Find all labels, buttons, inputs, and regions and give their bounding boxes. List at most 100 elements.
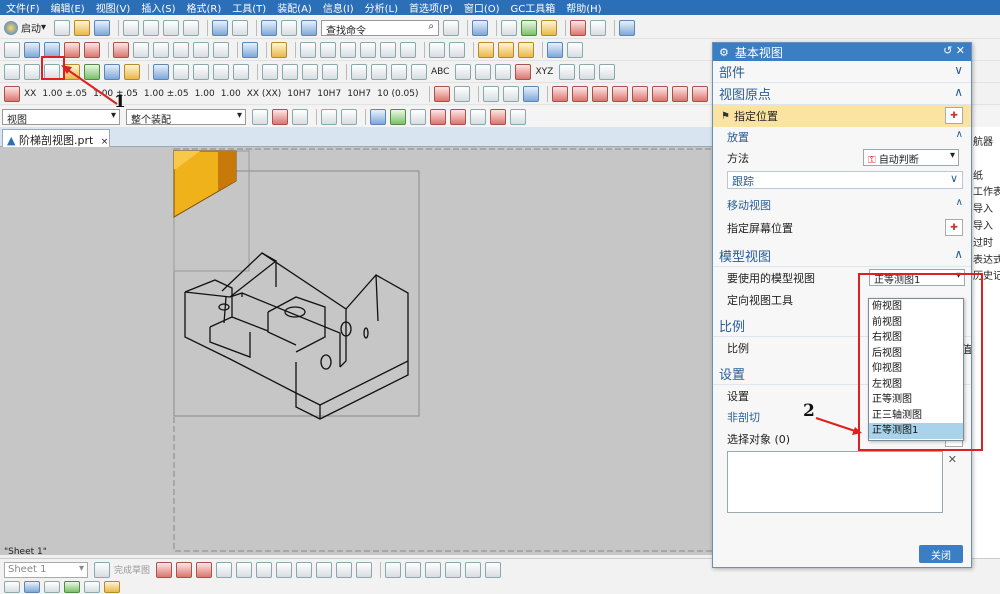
navigator-item[interactable]: 导入 bbox=[973, 217, 1000, 232]
sketch-mirror-icon[interactable] bbox=[445, 561, 462, 578]
circle-fill-icon[interactable] bbox=[495, 63, 512, 80]
sketch-circle-icon[interactable] bbox=[216, 561, 233, 578]
delete-icon[interactable] bbox=[183, 19, 200, 36]
blank-icon[interactable] bbox=[281, 19, 298, 36]
menu-window[interactable]: 窗口(O) bbox=[464, 0, 500, 15]
menu-help[interactable]: 帮助(H) bbox=[566, 0, 601, 15]
option-left-view[interactable]: 左视图 bbox=[869, 377, 963, 393]
update-view-icon[interactable] bbox=[173, 41, 189, 58]
tracking-dropdown[interactable]: 跟踪 ∨ bbox=[727, 171, 963, 189]
frame-icon[interactable] bbox=[153, 63, 169, 80]
dots-icon[interactable] bbox=[371, 63, 387, 80]
dot-matrix-icon[interactable] bbox=[411, 63, 427, 80]
find-command-input[interactable]: 查找命令 ⌕ bbox=[321, 19, 440, 37]
tol-xx-paren[interactable]: XX (XX) bbox=[247, 89, 282, 99]
break-view-icon[interactable] bbox=[133, 41, 149, 58]
bottom-tool-icon[interactable] bbox=[4, 581, 20, 593]
sketch-polygon-icon[interactable] bbox=[296, 561, 313, 578]
table-icon[interactable] bbox=[242, 41, 258, 58]
option-right-view[interactable]: 右视图 bbox=[869, 330, 963, 346]
copy-icon[interactable] bbox=[143, 19, 160, 36]
leader-icon[interactable] bbox=[433, 85, 450, 102]
menu-info[interactable]: 信息(I) bbox=[323, 0, 354, 15]
start-button[interactable]: 启动 ▾ bbox=[4, 20, 46, 35]
option-trimetric[interactable]: 正三轴测图 bbox=[869, 408, 963, 424]
subsection-placement[interactable]: 放置 ∧ bbox=[713, 127, 971, 147]
datum-icon[interactable] bbox=[360, 41, 376, 58]
weld-icon[interactable] bbox=[380, 41, 396, 58]
snap-perp-icon[interactable] bbox=[510, 109, 526, 125]
xyz-icon[interactable]: XYZ bbox=[535, 67, 553, 77]
shape-icon[interactable] bbox=[611, 85, 628, 102]
section-model-view[interactable]: 模型视图 ∧ bbox=[713, 245, 971, 267]
snap-mid-icon[interactable] bbox=[390, 109, 406, 125]
hatch-icon[interactable] bbox=[453, 85, 470, 102]
tol-h7-c[interactable]: 10H7 bbox=[347, 89, 371, 99]
triangle-icon[interactable] bbox=[455, 63, 472, 80]
sketch-trim-icon[interactable] bbox=[385, 561, 402, 578]
snap-quadrant-icon[interactable] bbox=[470, 109, 486, 125]
offset-icon[interactable] bbox=[631, 85, 648, 102]
option-isometric[interactable]: 正等测图 bbox=[869, 392, 963, 408]
tol-10[interactable]: 10 (0.05) bbox=[377, 89, 418, 99]
sketch-constraint-icon[interactable] bbox=[465, 561, 482, 578]
point-dialog-button[interactable]: ✚ bbox=[945, 107, 963, 124]
snap-end-icon[interactable] bbox=[370, 109, 386, 125]
sketch-rect-icon[interactable] bbox=[276, 561, 293, 578]
layer-icon[interactable] bbox=[24, 63, 40, 80]
snap-center-icon[interactable] bbox=[450, 109, 466, 125]
selection-list[interactable] bbox=[727, 451, 943, 513]
abc-text-icon[interactable]: ABC bbox=[431, 67, 449, 77]
view-creation-wizard-icon[interactable] bbox=[24, 41, 40, 58]
touch-mode-icon[interactable] bbox=[301, 19, 318, 36]
finish-sketch-icon[interactable] bbox=[94, 561, 110, 578]
grid-table-icon[interactable] bbox=[213, 63, 229, 80]
bottom-tool-icon[interactable] bbox=[24, 581, 40, 593]
dialog-controls[interactable]: ↺ ✕ bbox=[943, 44, 965, 57]
inner-box-icon[interactable] bbox=[282, 63, 298, 80]
sketch-dim-icon[interactable] bbox=[485, 561, 502, 578]
select-icon[interactable] bbox=[252, 109, 268, 125]
diameter-icon[interactable] bbox=[482, 85, 499, 102]
parts-list-icon[interactable] bbox=[233, 63, 249, 80]
sketch-arc-icon[interactable] bbox=[196, 561, 213, 578]
image-icon[interactable] bbox=[449, 41, 465, 58]
lasso-icon[interactable] bbox=[272, 109, 288, 125]
navigator-item[interactable]: 纸 bbox=[973, 167, 1000, 182]
filter-all-icon[interactable] bbox=[321, 109, 337, 125]
sketch-spline-icon[interactable] bbox=[316, 561, 333, 578]
menu-gc-toolbox[interactable]: GC工具箱 bbox=[511, 0, 556, 15]
projected-view-icon[interactable] bbox=[64, 41, 80, 58]
corner-icon[interactable] bbox=[302, 63, 318, 80]
tools-icon[interactable] bbox=[541, 19, 558, 36]
spline-icon[interactable] bbox=[591, 85, 608, 102]
measure-icon[interactable] bbox=[590, 19, 607, 36]
trim-icon[interactable] bbox=[651, 85, 668, 102]
tol-h7-b[interactable]: 10H7 bbox=[317, 89, 341, 99]
symbol-icon[interactable] bbox=[340, 41, 356, 58]
layout-icon[interactable] bbox=[443, 19, 460, 36]
profile-icon[interactable] bbox=[156, 561, 173, 578]
type-filter-dropdown[interactable]: 视图 bbox=[2, 109, 120, 126]
title-block-icon[interactable] bbox=[193, 63, 209, 80]
finish-sketch-button[interactable]: 完成草图 bbox=[114, 563, 150, 576]
menu-edit[interactable]: 编辑(E) bbox=[51, 0, 85, 15]
menu-analysis[interactable]: 分析(L) bbox=[365, 0, 398, 15]
navigator-item[interactable]: 工作表 bbox=[973, 183, 1000, 198]
part-icon[interactable] bbox=[501, 19, 518, 36]
snap-point-icon[interactable] bbox=[490, 109, 506, 125]
tol-5[interactable]: 1.00 bbox=[221, 89, 241, 99]
navigator-item[interactable]: 导入 bbox=[973, 200, 1000, 215]
navigator-item[interactable]: 过时 bbox=[973, 234, 1000, 249]
sketch-point-icon[interactable] bbox=[336, 561, 353, 578]
undo-icon[interactable] bbox=[212, 19, 229, 36]
menu-assembly[interactable]: 装配(A) bbox=[277, 0, 312, 15]
section-view-origin[interactable]: 视图原点 ∧ bbox=[713, 83, 971, 105]
sketch-line-icon[interactable] bbox=[176, 561, 193, 578]
note-icon[interactable] bbox=[300, 41, 316, 58]
gear-icon[interactable]: ⚙ bbox=[719, 46, 729, 59]
subsection-move-view[interactable]: 移动视图 ∧ bbox=[713, 195, 971, 215]
section-part[interactable]: 部件 ∨ bbox=[713, 61, 971, 83]
tol-xx[interactable]: XX bbox=[24, 89, 36, 99]
surface-finish-icon[interactable] bbox=[498, 41, 514, 58]
